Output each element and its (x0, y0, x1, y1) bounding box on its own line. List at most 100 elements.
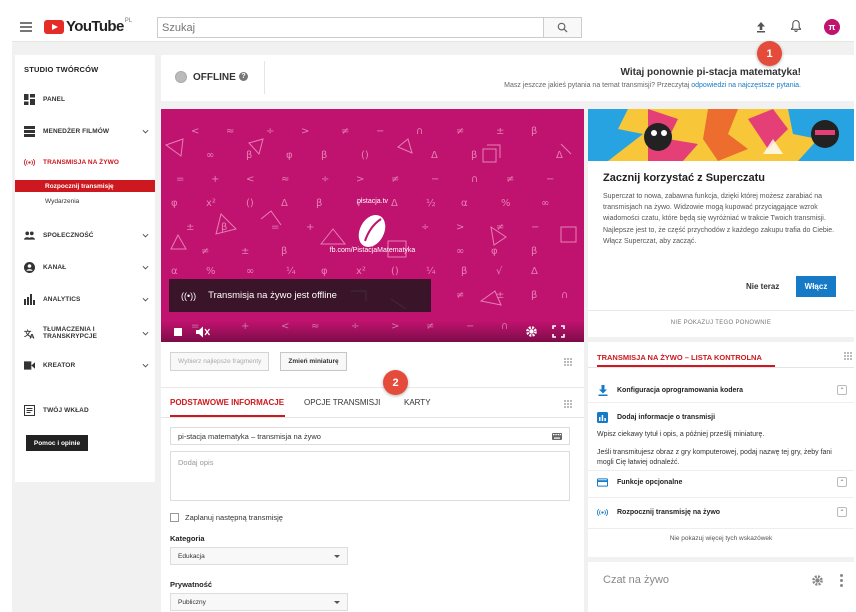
svg-text:x²: x² (356, 266, 366, 277)
category-select[interactable]: Edukacja (170, 547, 348, 565)
brand-fb-text: fb.com/PistacjaMatematyka (329, 247, 416, 254)
not-now-button[interactable]: Nie teraz (746, 282, 779, 291)
sidebar-item-translations[interactable]: 文A TŁUMACZENIA I TRANSKRYPCJE (24, 324, 149, 342)
help-feedback-button[interactable]: Pomoc i opinie (26, 435, 88, 451)
svg-text:−: − (376, 126, 384, 137)
chevron-down-icon[interactable] (142, 330, 149, 337)
collapse-icon[interactable]: ⌃ (837, 477, 847, 487)
welcome-message: Witaj ponownie pi-stacja matematyka! (620, 67, 801, 78)
checklist-item-info[interactable]: Dodaj informacje o transmisji (597, 410, 847, 424)
svg-text:β: β (321, 150, 327, 161)
fullscreen-icon[interactable] (552, 325, 565, 338)
chevron-down-icon[interactable] (142, 264, 149, 271)
svg-text:±: ± (496, 126, 504, 137)
help-icon[interactable]: ? (239, 72, 248, 81)
svg-text:<: < (191, 126, 199, 137)
community-icon (24, 230, 35, 241)
svg-text:φ: φ (321, 266, 328, 277)
gear-icon[interactable] (525, 325, 538, 338)
sidebar-item-live[interactable]: TRANSMISJA NA ŻYWO (24, 155, 149, 169)
sidebar-item-label: TRANSMISJA NA ŻYWO (43, 158, 120, 166)
chevron-down-icon[interactable] (142, 128, 149, 135)
offline-overlay: ((•)) Transmisja na żywo jest offline (169, 279, 431, 312)
notification-bell-icon[interactable] (790, 19, 802, 35)
drag-handle-icon[interactable] (564, 400, 572, 408)
description-field[interactable]: Dodaj opis (170, 451, 570, 501)
superchat-description: Superczat to nowa, zabawna funkcja, dzię… (603, 193, 835, 245)
sidebar-item-label: MENEDŻER FILMÓW (43, 127, 110, 135)
search-input[interactable] (158, 18, 543, 37)
main-area: STUDIO TWÓRCÓW PANEL MENEDŻER FILMÓW TRA… (12, 42, 854, 612)
privacy-select[interactable]: Publiczny (170, 593, 348, 611)
video-player[interactable]: < ≈ ÷ > ≠ − ∩ ≠ ± β ∞ β φ β () Δβ Δ = + < ≈ ÷ > ≠ − ∩ ≠ − φ x² () Δβ… (161, 109, 584, 342)
chevron-down-icon (334, 555, 340, 558)
mute-icon[interactable] (196, 326, 210, 338)
sidebar-item-video-manager[interactable]: MENEDŻER FILMÓW (24, 124, 149, 138)
avatar[interactable]: π (824, 19, 840, 35)
sidebar-item-contribution[interactable]: TWÓJ WKŁAD (24, 403, 149, 417)
schedule-next-row[interactable]: Zaplanuj następną transmisję (170, 513, 283, 522)
sidebar-item-analytics[interactable]: ANALYTICS (24, 292, 149, 306)
svg-text:+: + (211, 174, 219, 185)
superchat-title: Zacznij korzystać z Superczatu (603, 172, 765, 184)
svg-text:φ: φ (286, 150, 293, 161)
status-label: OFFLINE (193, 72, 236, 83)
svg-text:Δ: Δ (431, 150, 438, 161)
hide-tips-link[interactable]: Nie pokazuj więcej tych wskazówek (588, 535, 854, 542)
checklist-item-optional[interactable]: Funkcje opcjonalne ⌃ (597, 475, 847, 489)
drag-handle-icon[interactable] (564, 358, 572, 366)
sidebar-subitem-start-stream[interactable]: Rozpocznij transmisję (15, 180, 155, 192)
live-chat-label: Czat na żywo (603, 574, 670, 586)
enable-superchat-button[interactable]: Włącz (796, 276, 836, 297)
sidebar-item-channel[interactable]: KANAŁ (24, 260, 149, 274)
change-thumbnail-button[interactable]: Zmień miniaturę (280, 352, 347, 371)
svg-text:∞: ∞ (206, 150, 214, 161)
top-icons: π (754, 19, 840, 35)
search-button[interactable] (543, 18, 581, 37)
live-icon (597, 507, 608, 518)
tab-basic-info[interactable]: PODSTAWOWE INFORMACJE (170, 398, 284, 407)
checklist-item-label: Dodaj informacje o transmisji (617, 413, 716, 421)
youtube-logo[interactable]: YouTube PL (44, 17, 132, 37)
collapse-icon[interactable]: ⌃ (837, 385, 847, 395)
checklist-item-start-live[interactable]: Rozpocznij transmisję na żywo ⌃ (597, 505, 847, 519)
keyboard-icon[interactable] (552, 433, 562, 440)
sidebar-item-panel[interactable]: PANEL (24, 92, 149, 106)
checklist-item-encoder[interactable]: Konfiguracja oprogramowania kodera ⌃ (597, 383, 847, 397)
menu-icon[interactable] (20, 21, 32, 32)
stop-icon[interactable] (174, 328, 182, 336)
checklist-item-label: Rozpocznij transmisję na żywo (617, 508, 721, 516)
stream-status-bar: OFFLINE ? Witaj ponownie pi-stacja matem… (161, 55, 854, 101)
sidebar-subitem-events[interactable]: Wydarzenia (15, 195, 155, 207)
sidebar-item-community[interactable]: SPOŁECZNOŚĆ (24, 228, 149, 242)
gear-icon[interactable] (811, 574, 824, 587)
svg-text:>: > (356, 174, 364, 185)
upload-icon[interactable] (754, 20, 768, 34)
more-options-icon[interactable] (840, 574, 843, 587)
sidebar-item-label: PANEL (43, 95, 66, 103)
dont-show-again-link[interactable]: NIE POKAZUJ TEGO PONOWNIE (588, 320, 854, 326)
title-value: pi-stacja matematyka – transmisja na żyw… (178, 431, 321, 441)
faq-note: Masz jeszcze jakieś pytania na temat tra… (271, 82, 831, 89)
svg-text:÷: ÷ (266, 126, 274, 137)
svg-text:β: β (531, 126, 537, 137)
collapse-icon[interactable]: ⌃ (837, 507, 847, 517)
faq-link[interactable]: odpowiedzi na najczęstsze pytania (691, 82, 799, 89)
divider (588, 310, 854, 311)
category-label: Kategoria (170, 534, 205, 543)
sidebar-item-creator[interactable]: KREATOR (24, 358, 149, 372)
chevron-down-icon[interactable] (142, 296, 149, 303)
svg-text:−: − (431, 174, 439, 185)
drag-handle-icon[interactable] (844, 352, 852, 360)
svg-text:<: < (246, 174, 254, 185)
tab-cards[interactable]: KARTY (404, 398, 431, 407)
select-highlights-button[interactable]: Wybierz najlepsze fragmenty (170, 352, 270, 371)
svg-text:∩: ∩ (471, 174, 478, 185)
chevron-down-icon[interactable] (142, 362, 149, 369)
title-field[interactable]: pi-stacja matematyka – transmisja na żyw… (170, 427, 570, 445)
download-icon (597, 384, 608, 396)
svg-text:≠: ≠ (391, 174, 399, 185)
schedule-checkbox[interactable] (170, 513, 179, 522)
tab-stream-options[interactable]: OPCJE TRANSMISJI (304, 398, 380, 407)
chevron-down-icon[interactable] (142, 232, 149, 239)
